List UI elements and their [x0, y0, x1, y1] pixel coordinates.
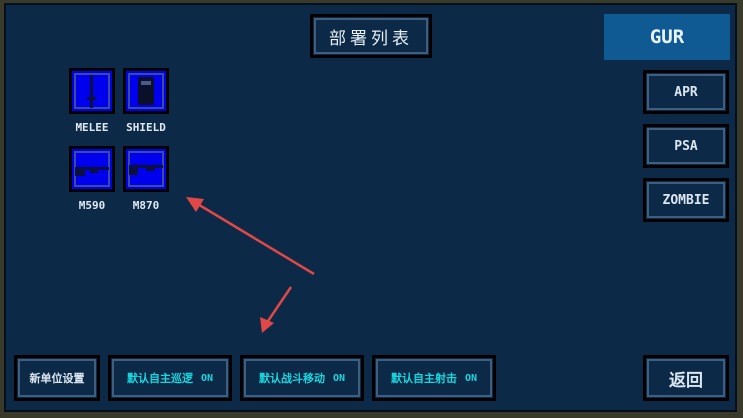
page-title: 部署列表	[310, 14, 432, 58]
default-patrol-label: 默认自主巡逻	[126, 372, 193, 385]
weapon-melee[interactable]	[69, 68, 115, 114]
default-combat-move-state: ON	[332, 372, 346, 384]
default-combat-move-label: 默认战斗移动	[258, 372, 325, 385]
weapon-shield[interactable]	[123, 68, 169, 114]
default-auto-fire-label: 默认自主射击	[390, 372, 457, 385]
default-patrol-toggle[interactable]: 默认自主巡逻 ON	[108, 355, 232, 401]
shotgun-icon	[75, 167, 109, 176]
back-button[interactable]: 返回	[643, 355, 729, 401]
faction-tab-zombie[interactable]: ZOMBIE	[643, 178, 729, 222]
weapon-m590[interactable]	[69, 146, 115, 192]
default-combat-move-toggle[interactable]: 默认战斗移动 ON	[240, 355, 364, 401]
default-patrol-state: ON	[200, 372, 214, 384]
new-unit-settings-button[interactable]: 新单位设置	[14, 355, 100, 401]
faction-tab-apr[interactable]: APR	[643, 70, 729, 114]
knife-icon	[87, 75, 96, 108]
weapon-label-m590: M590	[78, 199, 106, 212]
weapon-label-melee: MELEE	[75, 121, 109, 134]
faction-tab-psa[interactable]: PSA	[643, 124, 729, 168]
weapon-label-m870: M870	[132, 199, 160, 212]
shotgun-icon	[129, 165, 163, 175]
weapon-label-shield: SHIELD	[126, 121, 166, 134]
default-auto-fire-state: ON	[464, 372, 478, 384]
faction-tab-gur[interactable]: GUR	[604, 14, 730, 60]
new-unit-settings-label: 新单位设置	[29, 372, 85, 385]
default-auto-fire-toggle[interactable]: 默认自主射击 ON	[372, 355, 496, 401]
shield-icon	[138, 77, 154, 105]
weapon-m870[interactable]	[123, 146, 169, 192]
